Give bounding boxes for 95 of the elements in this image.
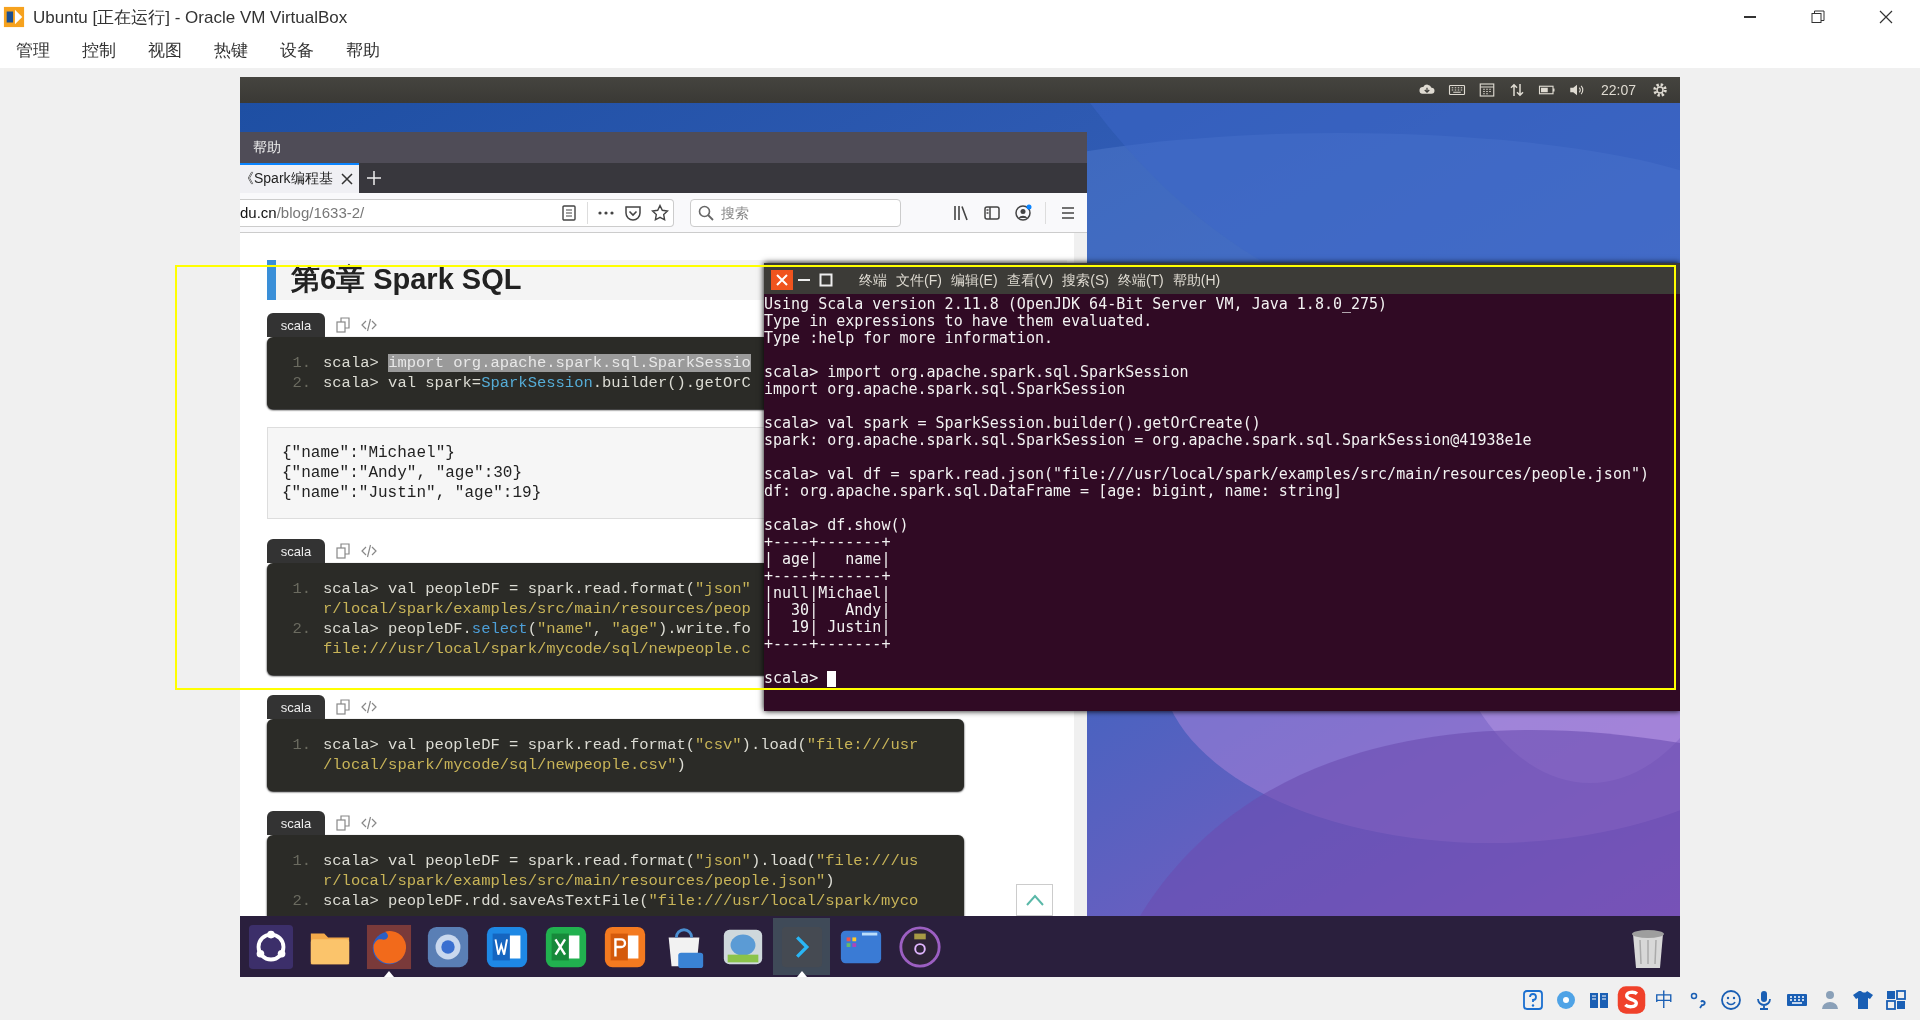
terminal-line: | 30| Andy| [764, 602, 891, 619]
copy-icon[interactable] [335, 815, 351, 831]
terminal-line: scala> df.show() [764, 517, 909, 534]
menu-item[interactable]: 帮助(H) [1172, 272, 1221, 290]
swirl-logo-icon[interactable] [1615, 983, 1648, 1017]
reader-view-icon[interactable] [560, 203, 578, 222]
search-icon [697, 203, 715, 222]
code-icon[interactable] [361, 317, 377, 333]
minimize-icon [797, 279, 811, 281]
close-icon [1879, 10, 1893, 24]
terminal-line: scala> import org.apache.spark.sql.SparkSession [764, 364, 1189, 381]
restore-icon [1811, 10, 1825, 24]
sidebar-icon[interactable] [983, 203, 1001, 222]
line-number: 2. [291, 891, 312, 911]
plus-icon [366, 171, 381, 185]
up-icon [1024, 893, 1045, 907]
menu-item[interactable]: 帮助 [330, 34, 396, 68]
help-icon[interactable] [1520, 988, 1545, 1012]
terminal-line: df: org.apache.spark.sql.DataFrame = [age: bigint, name: string] [764, 483, 1342, 500]
code-line: {"name":"Michael"} [282, 443, 455, 463]
code-line: r/local/spark/examples/src/main/resources/peop [323, 599, 751, 619]
terminal-line: +----+-------+ [764, 534, 891, 551]
minimize-icon [1743, 16, 1757, 18]
terminal-line: +----+-------+ [764, 568, 891, 585]
menu-item[interactable]: 管理 [0, 34, 66, 68]
copy-icon[interactable] [335, 317, 351, 333]
disc-icon [896, 923, 943, 970]
code-line: scala> val peopleDF = spark.read.format("csv").load("file:///usr [323, 735, 919, 755]
shirt-icon[interactable] [1850, 988, 1875, 1012]
code-icon[interactable] [361, 815, 377, 831]
menu-item[interactable]: 帮助 [253, 138, 281, 157]
clock[interactable]: 22:07 [1600, 82, 1636, 98]
grid-icon[interactable] [1883, 988, 1908, 1012]
url-text: du.cn/blog/1633-2/ [240, 204, 365, 221]
code-line: {"name":"Justin", "age":19} [282, 483, 542, 503]
terminal-line: +----+-------+ [764, 636, 891, 653]
menu-item[interactable]: 设备 [264, 34, 330, 68]
menu-item[interactable]: 查看(V) [1006, 272, 1054, 290]
browser-tab[interactable]: 《Spark编程基 [240, 163, 359, 193]
menu-item[interactable]: 控制 [66, 34, 132, 68]
terminal-line: scala> val spark = SparkSession.builder().getOrCreate() [764, 415, 1261, 432]
terminal-line: spark: org.apache.spark.sql.SparkSession = org.apache.spark.sql.SparkSession@41938e1e [764, 432, 1532, 449]
code-line: scala> val peopleDF = spark.read.format("json" [323, 579, 751, 599]
text-cursor [827, 670, 837, 687]
menu-item[interactable]: 编辑(E) [950, 272, 998, 290]
terminal-line: scala> val df = spark.read.json("file:///usr/local/spark/examples/src/main/resources/people.json") [764, 466, 1649, 483]
menu-item[interactable]: 视图 [132, 34, 198, 68]
settings-icon[interactable] [1650, 81, 1670, 99]
copy-icon[interactable] [335, 699, 351, 715]
line-number: 1. [291, 579, 312, 599]
pocket-icon[interactable] [624, 203, 642, 222]
line-number: 1. [291, 353, 312, 373]
virtualbox-logo-icon [3, 6, 25, 28]
code-line: /local/spark/mycode/sql/newpeople.csv") [323, 755, 686, 775]
terminal-prompt: scala> [764, 670, 819, 687]
menu-item[interactable]: 文件(F) [896, 272, 942, 290]
launcher-icon [247, 923, 294, 970]
terminal-line: Type :help for more information. [764, 330, 1053, 347]
globe-icon [365, 923, 412, 970]
star-icon[interactable] [651, 203, 669, 222]
code-line: file:///usr/local/spark/mycode/sql/newpeople.c [323, 639, 751, 659]
terminal-line: Type in expressions to have them evaluated. [764, 313, 1153, 330]
line-number: 2. [291, 619, 312, 639]
close-icon [776, 274, 788, 286]
code-line: scala> val spark=SparkSession.builder().getOrC [323, 373, 751, 393]
address-bar[interactable]: du.cn/blog/1633-2/ [240, 198, 674, 227]
code-icon[interactable] [361, 543, 377, 559]
line-number: 1. [291, 851, 312, 871]
search-field[interactable]: 搜索 [690, 198, 901, 227]
close-button[interactable] [771, 270, 793, 290]
maximize-icon [819, 273, 833, 287]
input-mode-button[interactable]: 中 [1648, 983, 1681, 1017]
code-line: scala> peopleDF.rdd.saveAsTextFile("file:///usr/local/spark/myco [323, 891, 919, 911]
copy-icon[interactable] [335, 543, 351, 559]
close-icon[interactable] [340, 173, 353, 185]
code-icon[interactable] [361, 699, 377, 715]
code-line: scala> val peopleDF = spark.read.format("json").load("file:///us [323, 851, 919, 871]
code-line: r/local/spark/examples/src/main/resources/people.json") [323, 871, 835, 891]
terminal-line: import org.apache.spark.sql.SparkSession [764, 381, 1126, 398]
terminal-line: |null|Michael| [764, 585, 891, 602]
line-number: 2. [291, 373, 312, 393]
menu-item[interactable]: 热键 [198, 34, 264, 68]
smiley-icon[interactable] [1718, 988, 1743, 1012]
menu-item[interactable]: 终端 [859, 272, 887, 290]
menu-item[interactable]: 终端(T) [1117, 272, 1164, 290]
window-title: Ubuntu [正在运行] - Oracle VM VirtualBox [33, 6, 348, 29]
terminal-line: | 19| Justin| [764, 619, 891, 636]
code-line: scala> peopleDF.select("name", "age").write.fo [323, 619, 751, 639]
library-icon[interactable] [952, 203, 970, 222]
code-line: {"name":"Andy", "age":30} [282, 463, 523, 483]
code-line: scala> import org.apache.spark.sql.SparkSessio [323, 353, 751, 373]
account-icon[interactable] [1014, 203, 1032, 222]
line-number: 1. [291, 735, 312, 755]
tab-title: 《Spark编程基 [240, 170, 333, 188]
terminal-line: | age| name| [764, 551, 891, 568]
